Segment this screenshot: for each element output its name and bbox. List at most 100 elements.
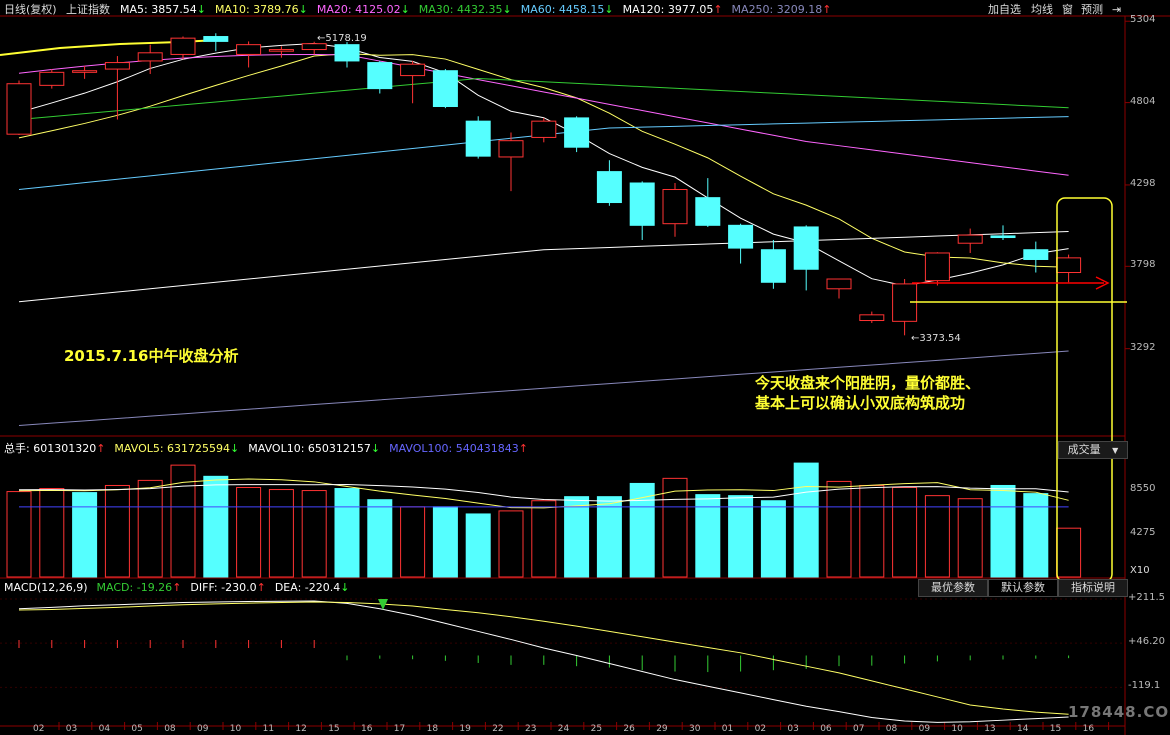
legend-item: MAVOL10: 650312157↓ bbox=[248, 442, 380, 455]
legend-item: MA30: 4432.35↓ bbox=[419, 3, 512, 16]
date-tick-label: 29 bbox=[656, 724, 668, 734]
legend-value: DIFF: -230.0 bbox=[190, 581, 257, 594]
arrow-down-icon: ↓ bbox=[400, 3, 410, 16]
volume-bar-up bbox=[859, 484, 885, 578]
date-tick-label: 03 bbox=[65, 724, 78, 734]
volume-bar-up bbox=[957, 498, 983, 578]
legend-item: MA20: 4125.02↓ bbox=[317, 3, 410, 16]
legend-item: DIFF: -230.0↑ bbox=[190, 581, 265, 594]
add-watchlist-button[interactable]: 加自选 bbox=[988, 2, 1021, 17]
indicator-select[interactable]: 成交量 ▼ bbox=[1058, 441, 1128, 459]
volume-bar-up bbox=[6, 491, 32, 578]
chart-stage: 日线(复权) 上证指数 MA5: 3857.54↓ MA10: 3789.76↓ M… bbox=[0, 0, 1170, 735]
index-name: 上证指数 bbox=[66, 3, 110, 16]
arrow-up-icon: ↑ bbox=[96, 442, 106, 455]
volume-bar-up bbox=[236, 487, 262, 578]
volume-bar-up bbox=[400, 506, 426, 578]
volume-bar-down bbox=[334, 488, 360, 578]
date-tick-label: 15 bbox=[328, 724, 340, 734]
tab-indicator-help[interactable]: 指标说明 bbox=[1058, 579, 1128, 597]
period-label[interactable]: 日线(复权) bbox=[4, 3, 57, 17]
price-tick-label: 4804 bbox=[1130, 95, 1156, 107]
tab-best-params[interactable]: 最优参数 bbox=[918, 579, 988, 597]
volume-bar-up bbox=[892, 487, 918, 578]
analysis-comment-line1: 今天收盘来个阳胜阴，量价都胜、 bbox=[755, 374, 981, 392]
candle-up bbox=[662, 189, 688, 225]
legend-item: DEA: -220.4↓ bbox=[275, 581, 350, 594]
date-tick-label: 24 bbox=[557, 724, 570, 734]
candle-up bbox=[498, 140, 524, 158]
candle-up bbox=[1056, 257, 1082, 274]
volume-bar-up bbox=[268, 489, 294, 578]
legend-value: MACD(12,26,9) bbox=[4, 581, 88, 594]
volume-bar-up bbox=[531, 500, 557, 578]
volume-bar-down bbox=[564, 496, 590, 578]
volume-bar-down bbox=[728, 495, 754, 578]
volume-bar-up bbox=[1056, 527, 1082, 578]
arrow-down-icon: ↓ bbox=[370, 442, 381, 455]
candle-up bbox=[39, 71, 65, 86]
date-tick-label: 09 bbox=[197, 724, 209, 734]
volume-bar-down bbox=[203, 475, 229, 578]
volume-unit-label: X10 bbox=[1130, 565, 1150, 576]
indicator-select-label: 成交量 bbox=[1067, 443, 1101, 456]
legend-value: MA60: 4458.15 bbox=[520, 3, 605, 16]
date-tick-label: 11 bbox=[262, 724, 275, 734]
volume-bar-up bbox=[39, 488, 65, 578]
candle-up bbox=[236, 44, 262, 55]
date-tick-label: 26 bbox=[623, 724, 635, 734]
legend-item: MA60: 4458.15↓ bbox=[521, 3, 614, 16]
ma-legend: MA5: 3857.54↓ MA10: 3789.76↓ MA20: 4125.02… bbox=[120, 3, 840, 17]
volume-bar-up bbox=[301, 490, 327, 578]
date-tick-label: 25 bbox=[590, 724, 603, 734]
price-tick-label: 3798 bbox=[1130, 259, 1156, 271]
candle-down bbox=[465, 120, 491, 157]
macd-tick-label: +46.20 bbox=[1128, 636, 1166, 648]
site-watermark: 178448.COM bbox=[1068, 703, 1170, 721]
arrow-down-icon: ↓ bbox=[340, 581, 350, 594]
candle-up bbox=[859, 314, 885, 322]
volume-bar-down bbox=[760, 500, 786, 578]
date-tick-label: 02 bbox=[33, 724, 45, 734]
candle-up bbox=[924, 252, 950, 282]
date-tick-label: 12 bbox=[295, 724, 307, 734]
arrow-up-icon: ↑ bbox=[713, 3, 723, 16]
date-tick-label: 18 bbox=[426, 724, 439, 734]
date-tick-label: 16 bbox=[361, 724, 373, 734]
date-tick-label: 10 bbox=[229, 724, 242, 734]
volume-bar-down bbox=[990, 484, 1016, 578]
analysis-date-title: 2015.7.16中午收盘分析 bbox=[64, 347, 239, 365]
candle-down bbox=[629, 182, 655, 226]
ma-lines-button[interactable]: 均线 bbox=[1031, 2, 1053, 17]
date-tick-label: 03 bbox=[787, 724, 799, 734]
candle-down bbox=[564, 117, 590, 148]
volume-tick-label: 8550 bbox=[1130, 483, 1156, 495]
legend-item: MA250: 3209.18↑ bbox=[732, 3, 832, 16]
date-tick-label: 08 bbox=[885, 724, 898, 734]
window-button[interactable]: 窗 bbox=[1062, 2, 1073, 17]
candle-down bbox=[334, 44, 360, 62]
volume-bar-up bbox=[137, 479, 163, 578]
legend-value: MA10: 3789.76 bbox=[214, 3, 299, 16]
candle-up bbox=[104, 62, 130, 70]
macd-legend: MACD(12,26,9) MACD: -19.26↑ DIFF: -230.0↑ D… bbox=[4, 581, 358, 595]
stock-chart[interactable] bbox=[0, 0, 1170, 735]
arrow-up-icon: ↑ bbox=[518, 442, 528, 455]
volume-bar-down bbox=[1023, 493, 1049, 578]
legend-item: MA120: 3977.05↑ bbox=[623, 3, 723, 16]
collapse-right-icon[interactable]: ⇥ bbox=[1112, 2, 1121, 17]
candle-down bbox=[367, 62, 393, 90]
volume-bar-down bbox=[72, 492, 98, 578]
macd-tick-label: -119.1 bbox=[1128, 680, 1161, 692]
date-tick-label: 10 bbox=[951, 724, 963, 734]
date-tick-label: 06 bbox=[820, 724, 832, 734]
forecast-button[interactable]: 预测 bbox=[1081, 2, 1103, 17]
legend-item: MAVOL5: 631725594↓ bbox=[114, 442, 239, 455]
legend-item: 总手: 601301320↑ bbox=[4, 442, 105, 455]
tab-default-params[interactable]: 默认参数 bbox=[988, 579, 1058, 597]
candle-down bbox=[760, 249, 786, 283]
chevron-down-icon: ▼ bbox=[1112, 446, 1119, 455]
date-tick-label: 17 bbox=[393, 724, 406, 734]
legend-value: MA30: 4432.35 bbox=[418, 3, 503, 16]
date-tick-label: 15 bbox=[1049, 724, 1062, 734]
